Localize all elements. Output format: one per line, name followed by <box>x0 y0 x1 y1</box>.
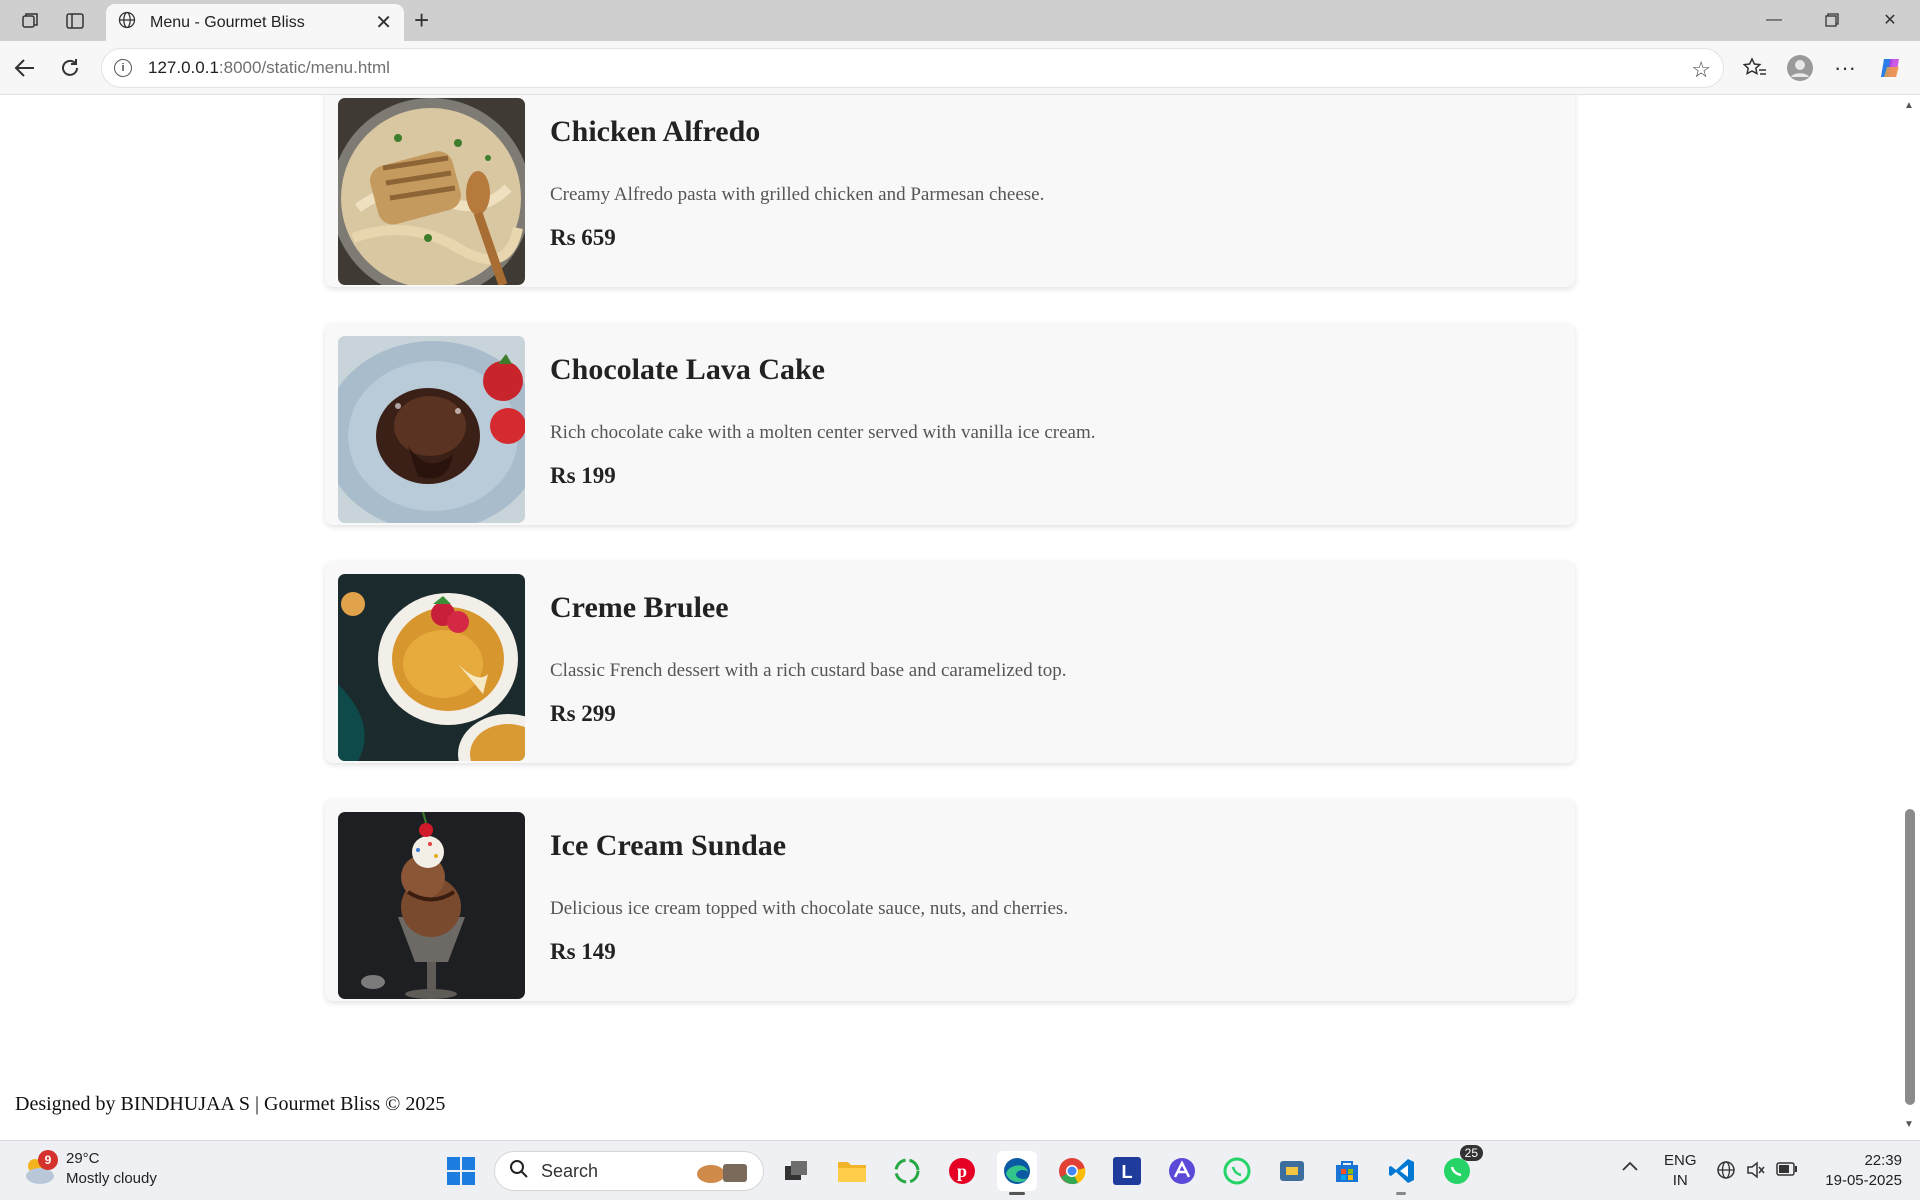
scroll-up-arrow-icon[interactable]: ▲ <box>1904 100 1914 111</box>
item-description: Creamy Alfredo pasta with grilled chicke… <box>550 184 1045 205</box>
vscode-icon[interactable] <box>1382 1151 1422 1195</box>
network-icon[interactable] <box>1716 1160 1736 1186</box>
search-highlight-icon <box>691 1158 751 1191</box>
language-indicator[interactable]: ENG IN <box>1664 1151 1697 1191</box>
menu-card: Ice Cream Sundae Delicious ice cream top… <box>325 799 1575 1001</box>
cloudy-weather-icon: 9 <box>22 1150 58 1186</box>
l-app-icon[interactable]: L <box>1107 1151 1147 1191</box>
item-name: Chicken Alfredo <box>550 115 761 148</box>
ice-cream-sundae-image <box>338 812 525 999</box>
copilot-icon[interactable] <box>1876 53 1906 83</box>
speaker-muted-icon[interactable] <box>1746 1160 1766 1186</box>
battery-icon[interactable] <box>1776 1162 1798 1182</box>
svg-text:p: p <box>957 1161 967 1181</box>
python-icon[interactable] <box>1272 1151 1312 1191</box>
more-menu-icon[interactable]: ··· <box>1830 53 1860 83</box>
chocolate-lava-cake-image <box>338 336 525 523</box>
item-name: Chocolate Lava Cake <box>550 353 825 386</box>
item-price: Rs 659 <box>550 225 616 250</box>
close-window-icon[interactable]: ✕ <box>1862 4 1918 36</box>
page-scrollbar[interactable]: ▲ ▼ <box>1900 95 1920 1135</box>
windows-start-icon[interactable] <box>441 1151 481 1191</box>
item-price: Rs 199 <box>550 463 616 488</box>
task-view-icon[interactable] <box>776 1151 816 1191</box>
item-description: Rich chocolate cake with a molten center… <box>550 422 1096 443</box>
address-bar[interactable]: i 127.0.0.1:8000/static/menu.html ☆ <box>101 48 1724 88</box>
item-price: Rs 299 <box>550 701 616 726</box>
active-tab[interactable]: Menu - Gourmet Bliss ✕ <box>106 4 404 41</box>
browser-tab-bar: Menu - Gourmet Bliss ✕ + — ✕ <box>0 0 1920 41</box>
file-explorer-icon[interactable] <box>832 1151 872 1191</box>
taskbar-search[interactable]: Search <box>494 1151 764 1191</box>
pinterest-icon[interactable]: p <box>942 1151 982 1191</box>
reload-icon[interactable] <box>55 53 85 83</box>
menu-card: Chicken Alfredo Creamy Alfredo pasta wit… <box>325 95 1575 287</box>
green-app-icon[interactable] <box>887 1151 927 1191</box>
purple-app-icon[interactable] <box>1162 1151 1202 1191</box>
profile-avatar-icon[interactable] <box>1785 53 1815 83</box>
menu-card: Creme Brulee Classic French dessert with… <box>325 561 1575 763</box>
menu-card: Chocolate Lava Cake Rich chocolate cake … <box>325 323 1575 525</box>
weather-widget[interactable]: 9 29°C Mostly cloudy <box>22 1149 157 1189</box>
item-name: Creme Brulee <box>550 591 729 624</box>
creme-brulee-image <box>338 574 525 761</box>
weather-alert-badge: 9 <box>38 1150 58 1170</box>
favorite-star-icon[interactable]: ☆ <box>1691 57 1711 83</box>
svg-text:L: L <box>1122 1162 1133 1182</box>
edge-browser-icon[interactable] <box>997 1151 1037 1195</box>
back-arrow-icon[interactable] <box>10 53 40 83</box>
weather-condition: Mostly cloudy <box>66 1170 157 1187</box>
windows-taskbar: 9 29°C Mostly cloudy Search p L 25 ENG I… <box>0 1140 1920 1200</box>
minimize-icon[interactable]: — <box>1746 4 1802 36</box>
page-footer: Designed by BINDHUJAA S | Gourmet Bliss … <box>15 1093 446 1115</box>
whatsapp-icon[interactable]: 25 <box>1437 1145 1483 1191</box>
url-text: 127.0.0.1:8000/static/menu.html <box>148 58 390 77</box>
chrome-icon[interactable] <box>1052 1151 1092 1191</box>
globe-icon <box>118 11 136 34</box>
vertical-tabs-icon[interactable] <box>60 6 90 36</box>
browser-toolbar: i 127.0.0.1:8000/static/menu.html ☆ ··· <box>0 41 1920 95</box>
restore-icon[interactable] <box>1804 4 1860 36</box>
scroll-down-arrow-icon[interactable]: ▼ <box>1904 1119 1914 1130</box>
site-info-icon[interactable]: i <box>114 59 132 77</box>
workspaces-icon[interactable] <box>15 6 45 36</box>
active-app-indicator <box>1009 1192 1025 1195</box>
running-app-indicator <box>1396 1192 1406 1195</box>
search-icon <box>509 1159 529 1184</box>
favorites-icon[interactable] <box>1740 53 1770 83</box>
page-viewport: Chicken Alfredo Creamy Alfredo pasta wit… <box>0 95 1900 1135</box>
scrollbar-thumb[interactable] <box>1905 809 1915 1105</box>
notification-badge: 25 <box>1459 1145 1483 1161</box>
new-tab-icon[interactable]: + <box>414 6 429 34</box>
item-description: Classic French dessert with a rich custa… <box>550 660 1067 681</box>
clock[interactable]: 22:39 19-05-2025 <box>1816 1151 1902 1191</box>
chicken-alfredo-image <box>338 98 525 285</box>
search-label: Search <box>541 1160 599 1181</box>
whatsapp-web-icon[interactable] <box>1217 1151 1257 1191</box>
close-tab-icon[interactable]: ✕ <box>375 10 392 35</box>
microsoft-store-icon[interactable] <box>1327 1151 1367 1191</box>
temperature: 29°C <box>66 1150 100 1167</box>
item-price: Rs 149 <box>550 939 616 964</box>
item-name: Ice Cream Sundae <box>550 829 787 862</box>
show-hidden-icons-chevron-icon[interactable] <box>1622 1157 1638 1177</box>
item-description: Delicious ice cream topped with chocolat… <box>550 898 1069 919</box>
tab-title: Menu - Gourmet Bliss <box>150 13 305 31</box>
